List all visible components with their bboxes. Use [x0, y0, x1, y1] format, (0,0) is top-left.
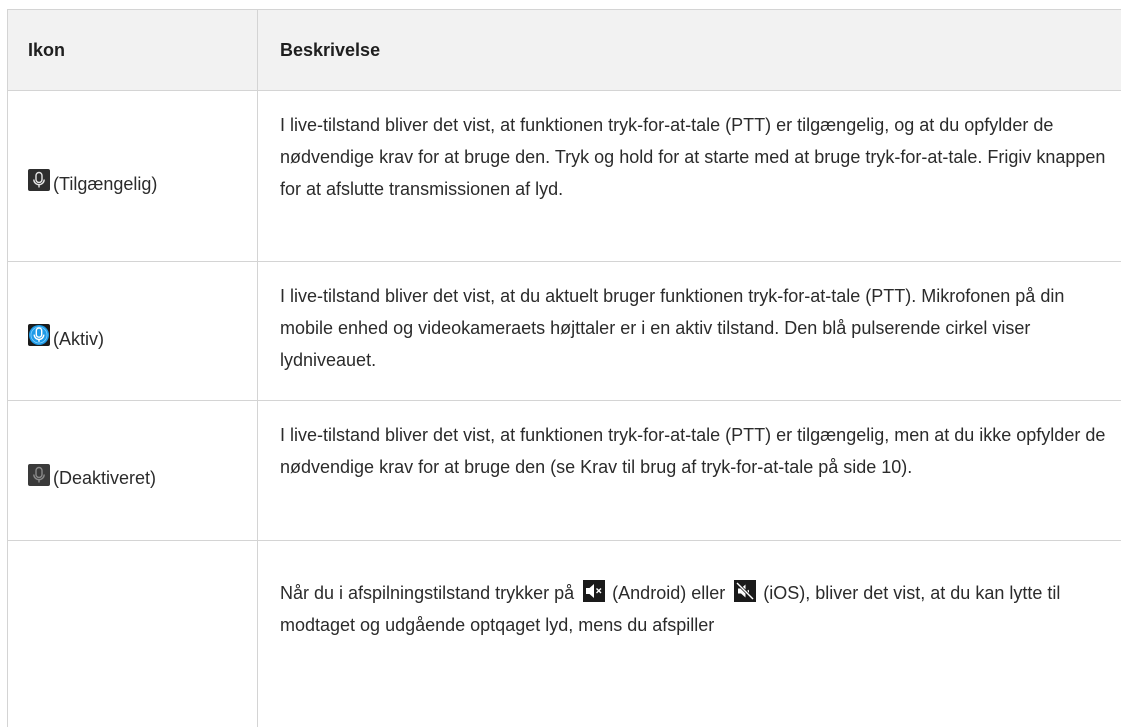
microphone-available-icon: [28, 169, 50, 191]
icon-label: (Tilgængelig): [53, 173, 158, 194]
description-cell: I live-tilstand bliver det vist, at funk…: [280, 425, 1106, 477]
icon-description-table: Ikon Beskrivelse (Tilgængelig) I live-ti…: [7, 9, 1121, 727]
microphone-active-icon: [28, 324, 50, 346]
description-text-part1: Når du i afspilningstilstand trykker på: [280, 583, 575, 603]
icon-label: (Aktiv): [53, 328, 104, 349]
icon-label: (Deaktiveret): [53, 468, 157, 488]
table-row: Når du i afspilningstilstand trykker på …: [8, 541, 1121, 727]
speaker-muted-ios-icon: [734, 580, 757, 602]
description-cell: I live-tilstand bliver det vist, at du a…: [280, 286, 1065, 370]
microphone-disabled-icon: [28, 463, 50, 486]
description-cell: Når du i afspilningstilstand trykker på …: [258, 541, 1121, 727]
header-description: Beskrivelse: [280, 39, 381, 60]
icon-cell: (Deaktiveret): [8, 401, 258, 540]
header-icon: Ikon: [8, 10, 258, 90]
table-row: (Deaktiveret) I live-tilstand bliver det…: [8, 401, 1121, 541]
table-row: (Tilgængelig) I live-tilstand bliver det…: [8, 91, 1121, 262]
description-cell: I live-tilstand bliver det vist, at funk…: [280, 115, 1106, 199]
speaker-muted-android-icon: [583, 580, 606, 602]
icon-cell: (Tilgængelig): [8, 91, 258, 261]
table-header-row: Ikon Beskrivelse: [8, 10, 1121, 91]
description-text-part2: (Android) eller: [612, 583, 726, 603]
icon-cell: (Aktiv): [8, 262, 258, 400]
icon-cell: [8, 541, 258, 727]
table-row: (Aktiv) I live-tilstand bliver det vist,…: [8, 262, 1121, 401]
